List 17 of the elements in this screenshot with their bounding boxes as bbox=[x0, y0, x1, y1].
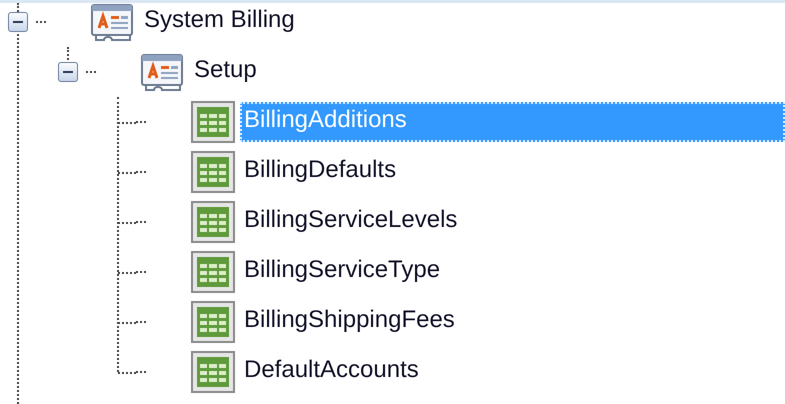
table-icon bbox=[191, 301, 235, 343]
table-icon bbox=[191, 151, 235, 193]
tree-item[interactable]: System Billing bbox=[140, 3, 785, 42]
collapse-toggle[interactable] bbox=[58, 62, 78, 82]
tree-item[interactable]: BillingServiceType bbox=[240, 252, 785, 292]
tree-item[interactable]: BillingDefaults bbox=[240, 152, 785, 192]
tree-item[interactable]: BillingShippingFees bbox=[240, 302, 785, 342]
tree-item[interactable]: BillingServiceLevels bbox=[240, 202, 785, 242]
table-icon bbox=[191, 101, 235, 143]
form-icon bbox=[90, 3, 136, 42]
table-icon bbox=[191, 201, 235, 243]
table-icon bbox=[191, 351, 235, 393]
collapse-toggle[interactable] bbox=[8, 12, 28, 32]
tree-item[interactable]: Setup bbox=[190, 52, 785, 92]
form-icon bbox=[140, 52, 186, 92]
tree-item[interactable]: DefaultAccounts bbox=[240, 352, 785, 392]
table-icon bbox=[191, 251, 235, 293]
